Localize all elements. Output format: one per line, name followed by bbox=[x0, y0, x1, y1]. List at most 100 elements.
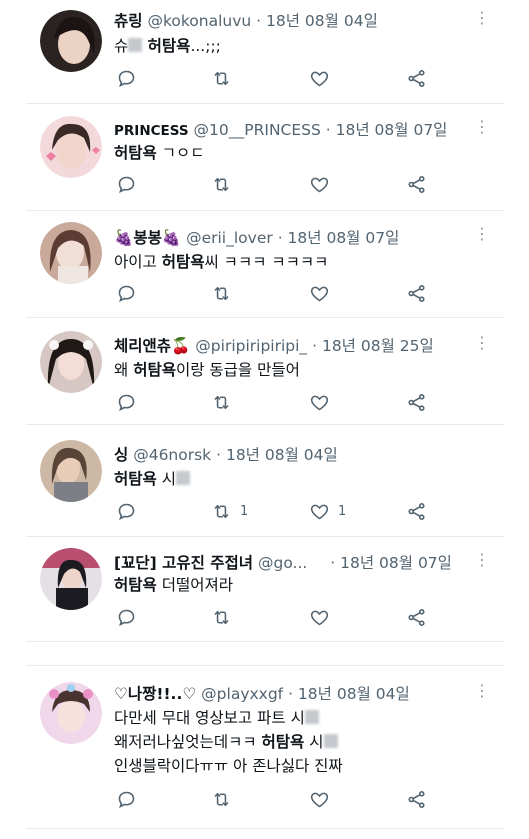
avatar[interactable] bbox=[40, 331, 102, 393]
tweet-text: 아이고 허탐욕씨 ㅋㅋㅋ ㅋㅋㅋㅋ bbox=[114, 250, 328, 274]
avatar[interactable] bbox=[40, 116, 102, 178]
handle[interactable]: @piripiripiripi_ bbox=[195, 337, 307, 355]
reply-button[interactable] bbox=[116, 174, 145, 195]
share-button[interactable] bbox=[406, 392, 427, 413]
censored-text bbox=[323, 734, 338, 748]
retweet-button[interactable] bbox=[211, 392, 240, 413]
display-name[interactable]: 츄링 bbox=[114, 12, 143, 30]
tweet-header: ♡나짱!!..♡ @playxxgf · 18년 08월 04일 bbox=[114, 682, 410, 704]
display-name[interactable]: ♡나짱!!..♡ bbox=[114, 685, 196, 703]
timestamp[interactable]: · 18년 08월 04일 bbox=[216, 446, 338, 464]
share-button[interactable] bbox=[406, 789, 427, 810]
highlighted-keyword: 허탐욕 bbox=[114, 576, 157, 594]
handle[interactable]: @46norsk bbox=[133, 446, 211, 464]
more-options-icon[interactable]: ⋮ bbox=[474, 683, 490, 699]
timestamp[interactable]: · 18년 08월 25일 bbox=[312, 337, 434, 355]
like-button[interactable] bbox=[309, 789, 338, 810]
timestamp[interactable]: · 18년 08월 07일 bbox=[326, 121, 448, 139]
tweet-header: [꾜단] 고유진 주접녀 @go... · 18년 08월 07일 bbox=[114, 551, 452, 573]
tweet[interactable]: ♡나짱!!..♡ @playxxgf · 18년 08월 04일 ⋮ 다만세 무… bbox=[26, 665, 504, 829]
retweet-button[interactable] bbox=[211, 789, 240, 810]
share-button[interactable] bbox=[406, 607, 427, 628]
like-button[interactable] bbox=[309, 68, 338, 89]
reply-icon bbox=[118, 285, 135, 303]
timestamp[interactable]: · 18년 08월 07일 bbox=[330, 554, 452, 572]
retweet-button[interactable] bbox=[211, 283, 240, 304]
share-icon bbox=[408, 503, 425, 520]
like-button[interactable] bbox=[309, 283, 338, 304]
avatar[interactable] bbox=[40, 222, 102, 284]
tweet-text-line: 아이고 허탐욕씨 ㅋㅋㅋ ㅋㅋㅋㅋ bbox=[114, 250, 328, 274]
text-segment: 씨 ㅋㅋㅋ ㅋㅋㅋㅋ bbox=[204, 253, 329, 271]
highlighted-keyword: 허탐욕 bbox=[133, 361, 176, 379]
like-icon bbox=[310, 792, 329, 808]
censored-text bbox=[128, 38, 143, 52]
retweet-button[interactable] bbox=[211, 68, 240, 89]
avatar[interactable] bbox=[40, 682, 102, 744]
censored-text bbox=[304, 710, 319, 724]
tweet[interactable]: [꾜단] 고유진 주접녀 @go... · 18년 08월 07일 ⋮ 허탐욕 … bbox=[26, 536, 504, 642]
display-name[interactable]: 싱 bbox=[114, 446, 128, 464]
tweet-header: 🍇봉봉🍇 @erii_lover · 18년 08월 07일 bbox=[114, 226, 399, 248]
avatar[interactable] bbox=[40, 548, 102, 610]
tweet[interactable]: PRINCESS @10__PRINCESS · 18년 08월 07일 ⋮ 허… bbox=[26, 103, 504, 211]
more-options-icon[interactable]: ⋮ bbox=[474, 119, 490, 135]
more-options-icon[interactable]: ⋮ bbox=[474, 552, 490, 568]
reply-button[interactable] bbox=[116, 501, 145, 522]
share-button[interactable] bbox=[406, 68, 427, 89]
tweet[interactable]: 🍇봉봉🍇 @erii_lover · 18년 08월 07일 ⋮ 아이고 허탐욕… bbox=[26, 210, 504, 318]
like-icon bbox=[310, 504, 329, 520]
share-icon bbox=[408, 176, 425, 193]
more-options-icon[interactable]: ⋮ bbox=[474, 335, 490, 351]
retweet-icon bbox=[214, 287, 229, 300]
display-name[interactable]: 체리앤츄 bbox=[114, 337, 171, 355]
retweet-icon bbox=[214, 178, 229, 191]
retweet-button[interactable]: 1 bbox=[211, 501, 248, 522]
tweet-text-line: 허탐욕 시 bbox=[114, 467, 190, 491]
like-button[interactable]: 1 bbox=[309, 501, 346, 522]
handle[interactable]: @10__PRINCESS bbox=[194, 121, 321, 139]
tweet-actions: 11 bbox=[116, 501, 446, 525]
reply-icon bbox=[118, 791, 135, 809]
like-button[interactable] bbox=[309, 392, 338, 413]
tweet-text-line: 인생블락이다ㅠㅠ 아 존나싫다 진짜 bbox=[114, 754, 343, 778]
avatar[interactable] bbox=[40, 10, 102, 72]
more-options-icon[interactable]: ⋮ bbox=[474, 226, 490, 242]
share-icon bbox=[408, 609, 425, 626]
tweet-text-line: 다만세 무대 영상보고 파트 시 bbox=[114, 706, 343, 730]
reply-button[interactable] bbox=[116, 789, 145, 810]
share-icon bbox=[408, 791, 425, 808]
reply-button[interactable] bbox=[116, 68, 145, 89]
retweet-icon bbox=[214, 505, 229, 518]
timestamp[interactable]: · 18년 08월 07일 bbox=[278, 229, 400, 247]
retweet-button[interactable] bbox=[211, 607, 240, 628]
handle[interactable]: @kokonaluvu bbox=[147, 12, 251, 30]
like-icon bbox=[310, 395, 329, 411]
reply-button[interactable] bbox=[116, 607, 145, 628]
tweet[interactable]: 싱 @46norsk · 18년 08월 04일 허탐욕 시 11 bbox=[26, 424, 504, 537]
display-name[interactable]: PRINCESS bbox=[114, 123, 189, 139]
tweet[interactable]: 츄링 @kokonaluvu · 18년 08월 04일 ⋮ 슈 허탐욕...;… bbox=[26, 0, 504, 104]
handle[interactable]: @go... bbox=[258, 554, 307, 572]
reply-button[interactable] bbox=[116, 283, 145, 304]
timestamp[interactable]: · 18년 08월 04일 bbox=[256, 12, 378, 30]
reply-button[interactable] bbox=[116, 392, 145, 413]
like-button[interactable] bbox=[309, 607, 338, 628]
handle[interactable]: @erii_lover bbox=[186, 229, 273, 247]
reply-icon bbox=[118, 503, 135, 521]
tweet-header: 싱 @46norsk · 18년 08월 04일 bbox=[114, 443, 338, 465]
retweet-button[interactable] bbox=[211, 174, 240, 195]
share-icon bbox=[408, 285, 425, 302]
share-button[interactable] bbox=[406, 501, 427, 522]
more-options-icon[interactable]: ⋮ bbox=[474, 10, 490, 26]
tweet[interactable]: 체리앤츄🍒 @piripiripiripi_ · 18년 08월 25일 ⋮ 왜… bbox=[26, 317, 504, 425]
avatar[interactable] bbox=[40, 440, 102, 502]
tweet-text: 허탐욕 더떨어져라 bbox=[114, 573, 233, 597]
share-button[interactable] bbox=[406, 283, 427, 304]
handle[interactable]: @playxxgf bbox=[201, 685, 283, 703]
display-name[interactable]: 봉봉 bbox=[133, 229, 162, 247]
share-button[interactable] bbox=[406, 174, 427, 195]
like-button[interactable] bbox=[309, 174, 338, 195]
timestamp[interactable]: · 18년 08월 04일 bbox=[288, 685, 410, 703]
display-name[interactable]: [꾜단] 고유진 주접녀 bbox=[114, 554, 253, 572]
